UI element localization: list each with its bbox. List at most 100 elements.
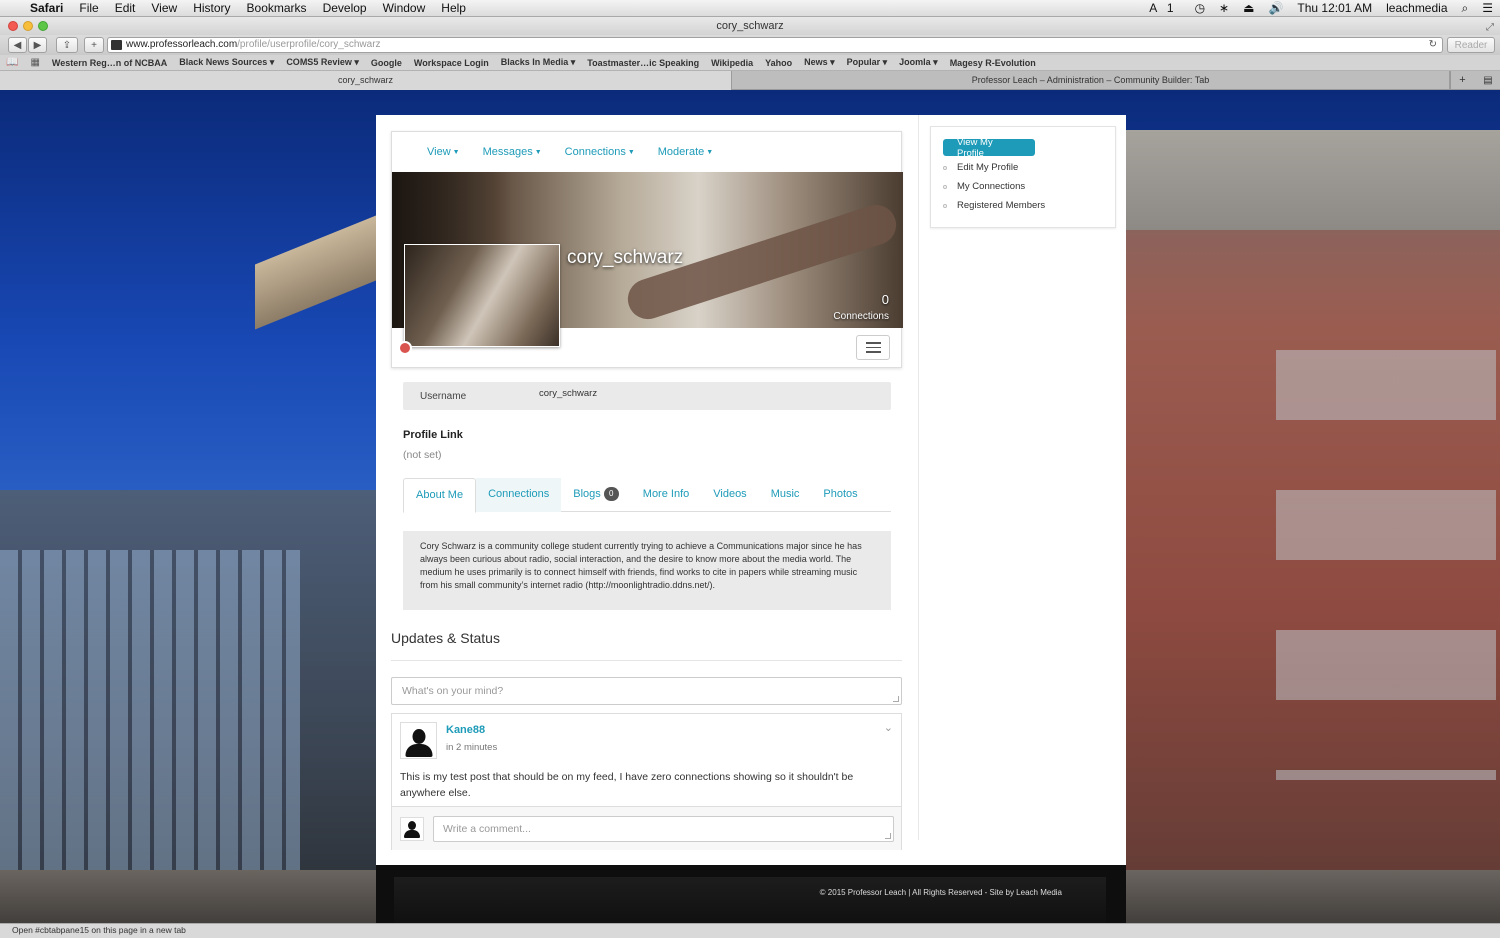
menu-history[interactable]: History: [185, 1, 238, 15]
bullet-icon: [943, 203, 947, 208]
status-update-input[interactable]: What's on your mind?: [391, 677, 902, 705]
status-placeholder: What's on your mind?: [402, 685, 504, 697]
profile-sidebar-menu: View My Profile Edit My Profile My Conne…: [930, 126, 1116, 228]
menu-bookmarks[interactable]: Bookmarks: [239, 1, 315, 15]
tab-photos[interactable]: Photos: [811, 478, 869, 512]
forward-button[interactable]: ▶: [28, 37, 47, 53]
spotlight-search-icon[interactable]: ⌕: [1455, 1, 1476, 16]
sidebar-item-registered-members[interactable]: Registered Members: [943, 196, 1103, 215]
page-container: View ▼ Messages ▼ Connections ▼ Moderate ▼ c…: [376, 115, 1126, 923]
zoom-window-button[interactable]: [38, 21, 48, 31]
menubar-status-area: A 1 ◷ ∗ ⏏ 🔊 Thu 12:01 AM leachmedia ⌕ ☰: [1142, 1, 1500, 16]
profile-nav: View ▼ Messages ▼ Connections ▼ Moderate ▼: [392, 132, 901, 172]
resize-grip-icon[interactable]: [885, 833, 891, 839]
post-author-link[interactable]: Kane88: [446, 724, 485, 736]
new-tab-button[interactable]: +: [84, 37, 104, 53]
menu-file[interactable]: File: [71, 1, 106, 15]
menu-view[interactable]: View: [143, 1, 185, 15]
tab-more-info[interactable]: More Info: [631, 478, 701, 512]
accessibility-status[interactable]: A 1: [1142, 1, 1187, 15]
top-sites-icon[interactable]: ▦: [24, 57, 45, 68]
nav-moderate-dropdown[interactable]: Moderate ▼: [658, 146, 713, 158]
menubar-user[interactable]: leachmedia: [1379, 1, 1454, 15]
comment-placeholder: Write a comment...: [443, 823, 531, 835]
bullet-icon: [943, 165, 947, 170]
minimize-window-button[interactable]: [23, 21, 33, 31]
chevron-down-icon[interactable]: ⌄: [884, 721, 893, 734]
bookmark-item[interactable]: Toastmaster…ic Speaking: [581, 58, 705, 68]
bookmark-item[interactable]: Google: [365, 58, 408, 68]
background-building-left: [0, 490, 376, 923]
eject-icon[interactable]: ⏏: [1236, 1, 1261, 15]
blogs-count-badge: 0: [603, 487, 619, 501]
nav-connections-dropdown[interactable]: Connections ▼: [565, 146, 635, 158]
menu-window[interactable]: Window: [375, 1, 434, 15]
bookmark-item[interactable]: Workspace Login: [408, 58, 495, 68]
bookmark-item[interactable]: Blacks In Media ▾: [495, 57, 582, 68]
reload-icon[interactable]: ↻: [1429, 38, 1437, 52]
bookmark-item[interactable]: Wikipedia: [705, 58, 759, 68]
sidebar-item-my-connections[interactable]: My Connections: [943, 177, 1103, 196]
nav-view-dropdown[interactable]: View ▼: [427, 146, 460, 158]
profile-display-name[interactable]: cory_schwarz: [567, 247, 683, 269]
footer-copyright[interactable]: © 2015 Professor Leach | All Rights Rese…: [820, 888, 1062, 897]
profile-main-column: View ▼ Messages ▼ Connections ▼ Moderate ▼ c…: [391, 131, 903, 850]
resize-grip-icon[interactable]: [893, 696, 899, 702]
bookmark-item[interactable]: Yahoo: [759, 58, 798, 68]
bookmarks-bar: 📖 ▦ Western Reg…n of NCBAA Black News So…: [0, 55, 1500, 71]
tab-admin[interactable]: Professor Leach – Administration – Commu…: [732, 71, 1450, 90]
post-author-avatar[interactable]: [400, 722, 437, 759]
tab-videos[interactable]: Videos: [701, 478, 758, 512]
tab-profile[interactable]: cory_schwarz: [0, 71, 732, 90]
menu-app-safari[interactable]: Safari: [22, 1, 71, 15]
time-machine-icon[interactable]: ◷: [1188, 1, 1212, 15]
site-favicon-icon: [111, 40, 122, 50]
user-silhouette-body: [405, 744, 432, 757]
back-button[interactable]: ◀: [8, 37, 27, 53]
site-footer: © 2015 Professor Leach | All Rights Rese…: [376, 865, 1126, 923]
bookmark-item[interactable]: COMS5 Review ▾: [280, 57, 365, 68]
bookmark-item[interactable]: Popular ▾: [841, 57, 894, 68]
tab-about-me[interactable]: About Me: [403, 478, 477, 513]
page-viewport[interactable]: View ▼ Messages ▼ Connections ▼ Moderate ▼ c…: [0, 90, 1500, 923]
bookmark-item[interactable]: Joomla ▾: [893, 57, 944, 68]
menu-help[interactable]: Help: [433, 1, 474, 15]
address-bar[interactable]: www.professorleach.com/profile/userprofi…: [107, 37, 1443, 53]
window-title: cory_schwarz: [716, 20, 784, 32]
menu-develop[interactable]: Develop: [315, 1, 375, 15]
reading-list-icon[interactable]: 📖: [0, 57, 24, 68]
profile-avatar[interactable]: [404, 244, 560, 347]
nav-messages-dropdown[interactable]: Messages ▼: [483, 146, 542, 158]
menu-edit[interactable]: Edit: [107, 1, 144, 15]
share-button[interactable]: ⇪: [56, 37, 78, 53]
add-tab-icon[interactable]: +: [1450, 71, 1474, 90]
username-field-row: Username cory_schwarz: [403, 382, 891, 410]
profile-tabs: About Me Connections Blogs 0 More Info Vi…: [403, 478, 891, 513]
updates-status-heading: Updates & Status: [391, 630, 500, 646]
tab-blogs[interactable]: Blogs 0: [561, 478, 631, 512]
url-host: www.professorleach.com: [126, 39, 238, 50]
macos-menubar: Safari File Edit View History Bookmarks …: [0, 0, 1500, 17]
tab-overview-icon[interactable]: ▤: [1476, 71, 1500, 90]
profile-menu-toggle-button[interactable]: [856, 335, 890, 360]
menubar-clock[interactable]: Thu 12:01 AM: [1290, 1, 1379, 15]
connections-label[interactable]: Connections: [833, 311, 889, 322]
notification-center-icon[interactable]: ☰: [1475, 1, 1500, 15]
user-silhouette-icon: [408, 821, 416, 830]
connections-count[interactable]: 0: [882, 292, 889, 307]
bookmark-item[interactable]: Magesy R-Evolution: [944, 58, 1042, 68]
volume-icon[interactable]: 🔊: [1261, 1, 1290, 15]
bookmark-item[interactable]: Western Reg…n of NCBAA: [46, 58, 173, 68]
offline-status-icon: [398, 341, 412, 355]
tab-music[interactable]: Music: [759, 478, 812, 512]
profile-link-title: Profile Link: [403, 429, 463, 441]
comment-input[interactable]: Write a comment...: [433, 816, 894, 842]
bluetooth-icon[interactable]: ∗: [1212, 1, 1236, 15]
bookmark-item[interactable]: Black News Sources ▾: [173, 57, 280, 68]
tab-connections[interactable]: Connections: [476, 478, 562, 512]
sidebar-item-view-my-profile[interactable]: View My Profile: [943, 137, 1035, 159]
sidebar-item-edit-my-profile[interactable]: Edit My Profile: [943, 158, 1103, 177]
reader-button[interactable]: Reader: [1447, 37, 1495, 53]
close-window-button[interactable]: [8, 21, 18, 31]
bookmark-item[interactable]: News ▾: [798, 57, 841, 68]
